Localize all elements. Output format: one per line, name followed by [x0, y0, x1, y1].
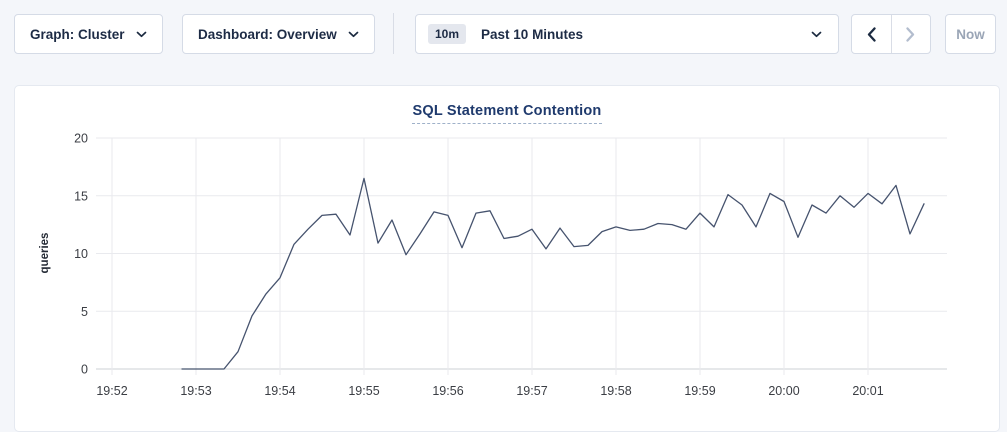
- graph-selector-label: Graph: Cluster: [30, 27, 125, 42]
- chart-title-row: SQL Statement Contention: [15, 102, 999, 124]
- x-tick-label: 19:56: [432, 384, 463, 398]
- chevron-left-icon: [867, 27, 876, 42]
- series-line: [182, 178, 924, 369]
- x-tick-label: 19:52: [96, 384, 127, 398]
- time-range-badge: 10m: [428, 24, 466, 44]
- graph-selector-dropdown[interactable]: Graph: Cluster: [14, 14, 163, 54]
- time-back-button[interactable]: [852, 15, 891, 53]
- time-range-dropdown[interactable]: 10m Past 10 Minutes: [415, 14, 839, 54]
- now-button-label: Now: [956, 27, 985, 42]
- metrics-page: { "toolbar": { "graph_selector": {"label…: [0, 0, 1007, 432]
- chevron-down-icon: [811, 31, 822, 38]
- chevron-down-icon: [348, 31, 359, 38]
- chevron-right-icon: [906, 27, 915, 42]
- x-tick-label: 20:00: [768, 384, 799, 398]
- x-tick-label: 19:58: [600, 384, 631, 398]
- dashboard-selector-label: Dashboard: Overview: [198, 27, 337, 42]
- x-tick-label: 19:55: [348, 384, 379, 398]
- y-axis-label: queries: [39, 233, 51, 274]
- y-tick-label: 0: [81, 363, 88, 377]
- sql-contention-line-chart[interactable]: 0 5 10 15 20 19:52 19:53 19:54 19:55 19:56 19:57 19…: [15, 86, 999, 431]
- x-tick-label: 20:01: [852, 384, 883, 398]
- y-tick-label: 10: [74, 247, 88, 261]
- toolbar-divider: [393, 13, 394, 54]
- chart-title-link[interactable]: SQL Statement Contention: [412, 103, 601, 124]
- x-tick-label: 19:54: [264, 384, 295, 398]
- y-tick-label: 5: [81, 305, 88, 319]
- time-history-button-group: [851, 14, 931, 54]
- now-button: Now: [945, 14, 996, 54]
- chart-card: 0 5 10 15 20 19:52 19:53 19:54 19:55 19:56 19:57 19…: [14, 85, 1000, 432]
- y-tick-label: 20: [74, 132, 88, 146]
- chevron-down-icon: [136, 31, 147, 38]
- time-range-label: Past 10 Minutes: [481, 27, 583, 42]
- y-tick-label: 15: [74, 189, 88, 203]
- dashboard-selector-dropdown[interactable]: Dashboard: Overview: [182, 14, 375, 54]
- time-forward-button: [891, 15, 931, 53]
- x-tick-label: 19:57: [516, 384, 547, 398]
- x-tick-label: 19:53: [180, 384, 211, 398]
- x-tick-label: 19:59: [684, 384, 715, 398]
